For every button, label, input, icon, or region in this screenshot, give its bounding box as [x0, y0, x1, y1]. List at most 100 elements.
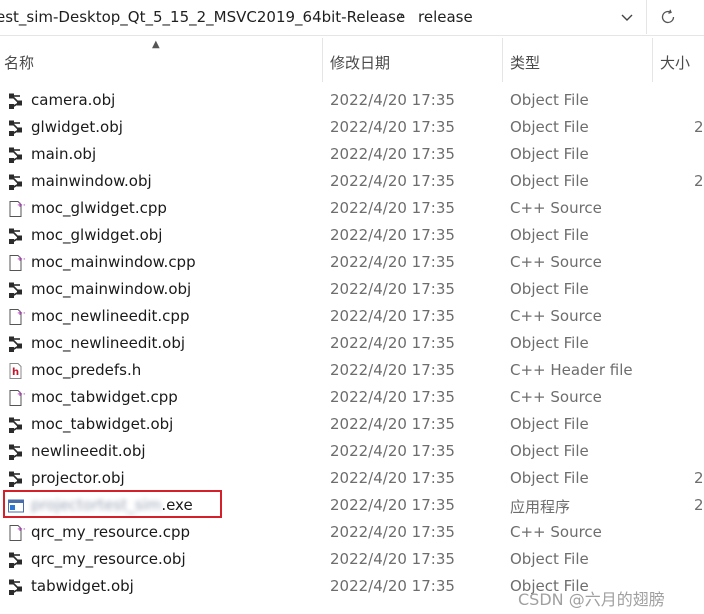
- file-date: 2022/4/20 17:35: [330, 550, 455, 568]
- obj-file-icon: [7, 470, 25, 488]
- file-row[interactable]: projector.obj 2022/4/20 17:35 Object File 2…: [0, 465, 704, 492]
- obj-file-icon: [7, 416, 25, 434]
- file-type: Object File: [510, 280, 589, 298]
- file-date: 2022/4/20 17:35: [330, 118, 455, 136]
- obj-file-icon: [7, 281, 25, 299]
- file-name[interactable]: camera.obj: [31, 91, 115, 109]
- refresh-button[interactable]: [646, 0, 691, 34]
- file-name[interactable]: mainwindow.obj: [31, 172, 152, 190]
- column-header-size[interactable]: 大小: [660, 52, 690, 73]
- file-name[interactable]: projector.obj: [31, 469, 125, 487]
- file-row[interactable]: ++ moc_tabwidget.cpp 2022/4/20 17:35 C++ So…: [0, 384, 704, 411]
- file-row[interactable]: ++ moc_mainwindow.cpp 2022/4/20 17:35 C++ S…: [0, 249, 704, 276]
- chevron-down-icon[interactable]: [616, 7, 638, 29]
- file-type: Object File: [510, 118, 589, 136]
- file-name[interactable]: moc_mainwindow.obj: [31, 280, 191, 298]
- file-name[interactable]: qrc_my_resource.cpp: [31, 523, 190, 541]
- file-row[interactable]: ++ qrc_my_resource.cpp 2022/4/20 17:35 C++ …: [0, 519, 704, 546]
- file-date: 2022/4/20 17:35: [330, 523, 455, 541]
- file-name[interactable]: moc_newlineedit.obj: [31, 334, 185, 352]
- column-header-date[interactable]: 修改日期: [330, 52, 390, 73]
- svg-text:++: ++: [17, 390, 25, 398]
- file-name[interactable]: tabwidget.obj: [31, 577, 134, 595]
- file-name[interactable]: glwidget.obj: [31, 118, 123, 136]
- breadcrumb[interactable]: est_sim-Desktop_Qt_5_15_2_MSVC2019_64bit…: [0, 0, 645, 34]
- obj-file-icon: [7, 146, 25, 164]
- file-date: 2022/4/20 17:35: [330, 577, 455, 595]
- svg-text:h: h: [12, 367, 19, 378]
- highlight-box: [3, 490, 222, 518]
- file-row[interactable]: newlineedit.obj 2022/4/20 17:35 Object Fil…: [0, 438, 704, 465]
- file-date: 2022/4/20 17:35: [330, 496, 455, 514]
- file-date: 2022/4/20 17:35: [330, 469, 455, 487]
- file-type: C++ Source: [510, 199, 602, 217]
- file-date: 2022/4/20 17:35: [330, 91, 455, 109]
- file-row[interactable]: moc_tabwidget.obj 2022/4/20 17:35 Object F…: [0, 411, 704, 438]
- file-date: 2022/4/20 17:35: [330, 172, 455, 190]
- file-row[interactable]: camera.obj 2022/4/20 17:35 Object File: [0, 87, 704, 114]
- header-file-icon: h: [7, 362, 25, 380]
- breadcrumb-item-parent[interactable]: est_sim-Desktop_Qt_5_15_2_MSVC2019_64bit…: [0, 8, 405, 26]
- file-date: 2022/4/20 17:35: [330, 388, 455, 406]
- column-divider[interactable]: [502, 38, 503, 82]
- column-divider[interactable]: [322, 38, 323, 82]
- column-header-type[interactable]: 类型: [510, 52, 540, 73]
- file-type: Object File: [510, 334, 589, 352]
- file-name[interactable]: moc_predefs.h: [31, 361, 141, 379]
- file-type: Object File: [510, 550, 589, 568]
- obj-file-icon: [7, 578, 25, 596]
- file-row[interactable]: main.obj 2022/4/20 17:35 Object File: [0, 141, 704, 168]
- cpp-file-icon: ++: [7, 389, 29, 407]
- file-row[interactable]: moc_newlineedit.obj 2022/4/20 17:35 Object…: [0, 330, 704, 357]
- file-type: 应用程序: [510, 498, 571, 516]
- file-type: Object File: [510, 415, 589, 433]
- file-type: Object File: [510, 226, 589, 244]
- cpp-file-icon: ++: [7, 308, 29, 326]
- file-date: 2022/4/20 17:35: [330, 415, 455, 433]
- breadcrumb-item-current[interactable]: release: [418, 8, 473, 26]
- file-name[interactable]: moc_newlineedit.cpp: [31, 307, 189, 325]
- file-list: camera.obj 2022/4/20 17:35 Object File glwi…: [0, 87, 704, 600]
- file-name[interactable]: moc_glwidget.obj: [31, 226, 162, 244]
- file-row[interactable]: moc_mainwindow.obj 2022/4/20 17:35 Object …: [0, 276, 704, 303]
- file-row[interactable]: glwidget.obj 2022/4/20 17:35 Object File 2(: [0, 114, 704, 141]
- file-name[interactable]: qrc_my_resource.obj: [31, 550, 186, 568]
- cpp-file-icon: ++: [7, 524, 29, 542]
- file-name[interactable]: moc_tabwidget.cpp: [31, 388, 178, 406]
- column-header-name[interactable]: 名称: [4, 52, 34, 73]
- breadcrumb-separator[interactable]: ›: [398, 8, 404, 24]
- file-row[interactable]: qrc_my_resource.obj 2022/4/20 17:35 Object…: [0, 546, 704, 573]
- file-row[interactable]: ++ moc_glwidget.cpp 2022/4/20 17:35 C++ Sou…: [0, 195, 704, 222]
- svg-text:++: ++: [17, 255, 25, 263]
- obj-file-icon: [7, 227, 25, 245]
- file-size: 2:: [694, 496, 704, 514]
- file-row[interactable]: mainwindow.obj 2022/4/20 17:35 Object File…: [0, 168, 704, 195]
- file-name[interactable]: moc_tabwidget.obj: [31, 415, 173, 433]
- refresh-icon: [661, 9, 675, 24]
- file-date: 2022/4/20 17:35: [330, 253, 455, 271]
- file-name[interactable]: newlineedit.obj: [31, 442, 146, 460]
- address-bar: est_sim-Desktop_Qt_5_15_2_MSVC2019_64bit…: [0, 0, 704, 36]
- svg-text:++: ++: [17, 525, 25, 533]
- file-type: C++ Source: [510, 253, 602, 271]
- file-row[interactable]: moc_glwidget.obj 2022/4/20 17:35 Object Fi…: [0, 222, 704, 249]
- file-name[interactable]: moc_mainwindow.cpp: [31, 253, 196, 271]
- file-row[interactable]: h moc_predefs.h 2022/4/20 17:35 C++ Header …: [0, 357, 704, 384]
- file-type: Object File: [510, 469, 589, 487]
- file-name[interactable]: main.obj: [31, 145, 96, 163]
- column-divider[interactable]: [652, 38, 653, 82]
- file-type: Object File: [510, 145, 589, 163]
- watermark: CSDN @六月的翅膀: [518, 590, 665, 609]
- svg-text:++: ++: [17, 201, 25, 209]
- file-name[interactable]: moc_glwidget.cpp: [31, 199, 167, 217]
- file-type: Object File: [510, 442, 589, 460]
- file-date: 2022/4/20 17:35: [330, 361, 455, 379]
- file-date: 2022/4/20 17:35: [330, 334, 455, 352]
- obj-file-icon: [7, 443, 25, 461]
- file-date: 2022/4/20 17:35: [330, 145, 455, 163]
- file-size: 2(: [694, 469, 704, 487]
- sort-ascending-icon: ▲: [152, 39, 160, 50]
- file-row[interactable]: ++ moc_newlineedit.cpp 2022/4/20 17:35 C++ …: [0, 303, 704, 330]
- file-type: Object File: [510, 91, 589, 109]
- file-date: 2022/4/20 17:35: [330, 307, 455, 325]
